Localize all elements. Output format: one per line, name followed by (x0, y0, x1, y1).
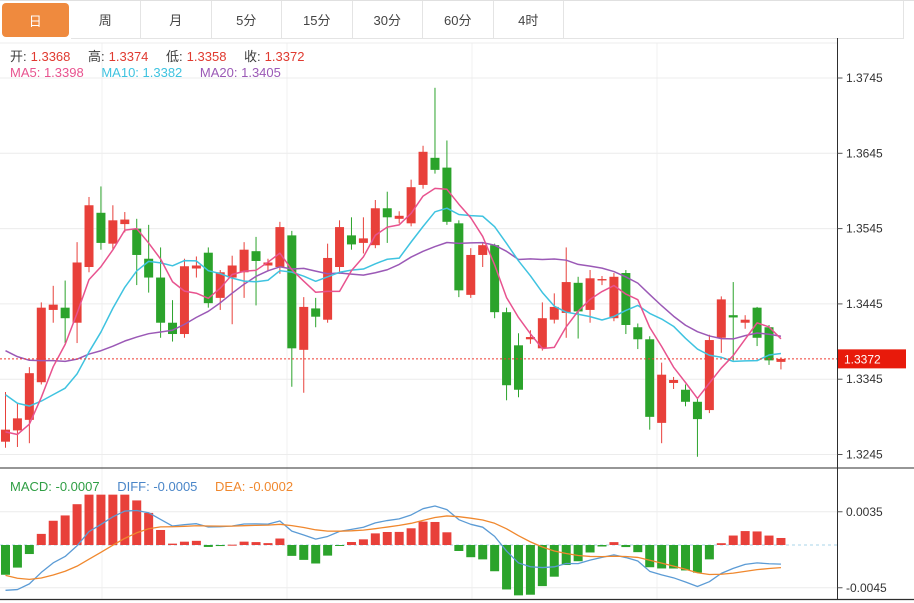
tab-month[interactable]: 月 (141, 1, 212, 39)
tab-week-label: 周 (99, 10, 112, 29)
tab-month-label: 月 (169, 10, 182, 29)
tab-30min-label: 30分 (374, 10, 401, 29)
chart-area: 1.3745 1.3645 1.3545 1.3445 1.3345 1.3245 0.00… (0, 38, 914, 603)
tab-30min[interactable]: 30分 (353, 1, 424, 39)
last-price-tag: 1.3372 (838, 349, 906, 368)
chart-svg[interactable]: 1.3745 1.3645 1.3545 1.3445 1.3345 1.3245 0.00… (0, 38, 914, 603)
macd-tick-label: -0.0045 (846, 581, 887, 595)
tab-5min[interactable]: 5分 (212, 1, 283, 39)
timeframe-tabbar: 日 周 月 5分 15分 30分 60分 4时 (0, 0, 914, 38)
price-tick-label: 1.3245 (846, 448, 883, 462)
macd-tick-label: 0.0035 (846, 505, 883, 519)
tab-week[interactable]: 周 (71, 1, 142, 39)
tab-5min-label: 5分 (236, 10, 256, 29)
tabbar-filler (564, 1, 904, 39)
tab-day-label: 日 (29, 11, 42, 30)
tab-15min[interactable]: 15分 (282, 1, 353, 39)
price-tick-label: 1.3545 (846, 222, 883, 236)
tab-60min-label: 60分 (444, 10, 471, 29)
ma20-line (6, 242, 781, 361)
tab-4hour[interactable]: 4时 (494, 1, 565, 39)
tab-4hour-label: 4时 (518, 10, 538, 29)
price-pane (0, 88, 837, 457)
candles-group (1, 88, 785, 457)
trading-chart-app: 日 周 月 5分 15分 30分 60分 4时 1.3745 1.3645 1.35… (0, 0, 914, 603)
price-tick-label: 1.3345 (846, 372, 883, 386)
price-tick-label: 1.3745 (846, 71, 883, 85)
price-tick-label: 1.3445 (846, 297, 883, 311)
tab-day[interactable]: 日 (2, 3, 69, 37)
price-tick-label: 1.3645 (846, 146, 883, 160)
tab-15min-label: 15分 (303, 10, 330, 29)
tab-60min[interactable]: 60分 (423, 1, 494, 39)
svg-text:1.3372: 1.3372 (844, 352, 881, 366)
